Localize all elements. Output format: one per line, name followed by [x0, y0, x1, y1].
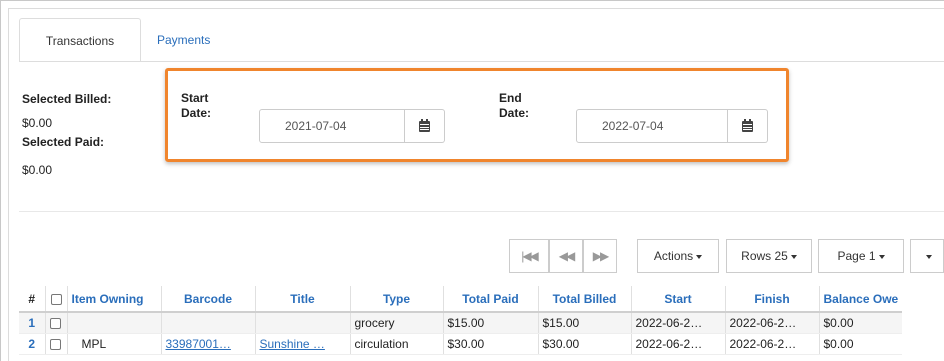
start-date-input[interactable]: 2021-07-04 — [259, 109, 405, 143]
next-page-button[interactable]: ▶▶ — [583, 239, 617, 273]
caret-down-icon — [878, 254, 885, 259]
cell-total-paid: $30.00 — [443, 333, 539, 355]
end-date-input[interactable]: 2022-07-04 — [576, 109, 728, 143]
tab-transactions[interactable]: Transactions — [19, 18, 141, 62]
table-row[interactable]: 2 MPL 33987001… Sunshine … circulation $… — [19, 333, 903, 355]
previous-page-button[interactable]: ◀◀ — [549, 239, 583, 273]
end-date-picker-button[interactable] — [728, 109, 768, 143]
selected-paid-label: Selected Paid: — [22, 135, 105, 149]
column-header-type[interactable]: Type — [350, 286, 444, 313]
column-header-start[interactable]: Start — [631, 286, 726, 313]
cell-item-owning: MPL — [67, 333, 162, 355]
cell-title — [255, 312, 351, 334]
caret-down-icon — [925, 254, 932, 259]
cell-total-billed: $30.00 — [538, 333, 632, 355]
calendar-icon — [742, 119, 753, 132]
cell-item-owning — [67, 312, 162, 334]
selected-billed-value: $0.00 — [22, 116, 53, 130]
column-header-total-paid[interactable]: Total Paid — [443, 286, 539, 313]
table-row[interactable]: 1 grocery $15.00 $15.00 2022-06-2… 2022-… — [19, 312, 903, 334]
barcode-link[interactable]: 33987001… — [166, 337, 231, 351]
column-header-index: # — [19, 286, 46, 313]
row-select-cell[interactable] — [45, 333, 68, 355]
cell-total-paid: $15.00 — [443, 312, 539, 334]
grid-header-row: # Item Owning Barcode Title Type Total P… — [19, 286, 903, 313]
rows-dropdown[interactable]: Rows 25 — [726, 239, 812, 273]
caret-down-icon — [790, 254, 797, 259]
column-header-item-owning[interactable]: Item Owning — [67, 286, 162, 313]
column-header-select[interactable] — [45, 286, 68, 313]
cell-start: 2022-06-2… — [631, 333, 726, 355]
row-checkbox[interactable] — [49, 338, 61, 350]
cell-total-billed: $15.00 — [538, 312, 632, 334]
cell-start: 2022-06-2… — [631, 312, 726, 334]
start-date-label: Start Date: — [181, 91, 212, 120]
calendar-icon — [419, 119, 430, 132]
column-header-total-billed[interactable]: Total Billed — [538, 286, 632, 313]
transactions-grid: # Item Owning Barcode Title Type Total P… — [19, 286, 903, 355]
actions-dropdown[interactable]: Actions — [637, 239, 719, 273]
column-header-balance-owed[interactable]: Balance Owe — [819, 286, 903, 313]
cell-type: grocery — [350, 312, 444, 334]
select-all-checkbox[interactable] — [50, 293, 62, 305]
cell-barcode: 33987001… — [161, 333, 256, 355]
start-date-picker-button[interactable] — [405, 109, 445, 143]
tab-divider — [19, 61, 944, 62]
cell-type: circulation — [350, 333, 444, 355]
column-header-finish[interactable]: Finish — [725, 286, 820, 313]
title-link[interactable]: Sunshine … — [260, 337, 325, 351]
page-dropdown[interactable]: Page 1 — [818, 239, 904, 273]
row-select-cell[interactable] — [45, 312, 68, 334]
row-checkbox[interactable] — [49, 318, 61, 330]
previous-page-icon: ◀◀ — [558, 249, 576, 263]
cell-title: Sunshine … — [255, 333, 351, 355]
tab-payments[interactable]: Payments — [143, 18, 224, 62]
end-date-label: End Date: — [499, 91, 530, 120]
cell-barcode — [161, 312, 256, 334]
column-header-title[interactable]: Title — [255, 286, 351, 313]
section-divider — [19, 211, 944, 212]
cell-balance-owed: $0.00 — [819, 312, 903, 334]
caret-down-icon — [696, 254, 703, 259]
selected-billed-label: Selected Billed: — [22, 92, 112, 106]
cell-balance-owed: $0.00 — [819, 333, 903, 355]
cell-finish: 2022-06-2… — [725, 333, 820, 355]
cell-finish: 2022-06-2… — [725, 312, 820, 334]
column-header-barcode[interactable]: Barcode — [161, 286, 256, 313]
row-index: 1 — [19, 312, 46, 334]
more-dropdown[interactable] — [910, 239, 944, 273]
row-index: 2 — [19, 333, 46, 355]
first-page-button[interactable]: |◀◀ — [509, 239, 549, 273]
first-page-icon: |◀◀ — [521, 249, 539, 263]
selected-paid-value: $0.00 — [22, 163, 53, 177]
next-page-icon: ▶▶ — [592, 249, 610, 263]
